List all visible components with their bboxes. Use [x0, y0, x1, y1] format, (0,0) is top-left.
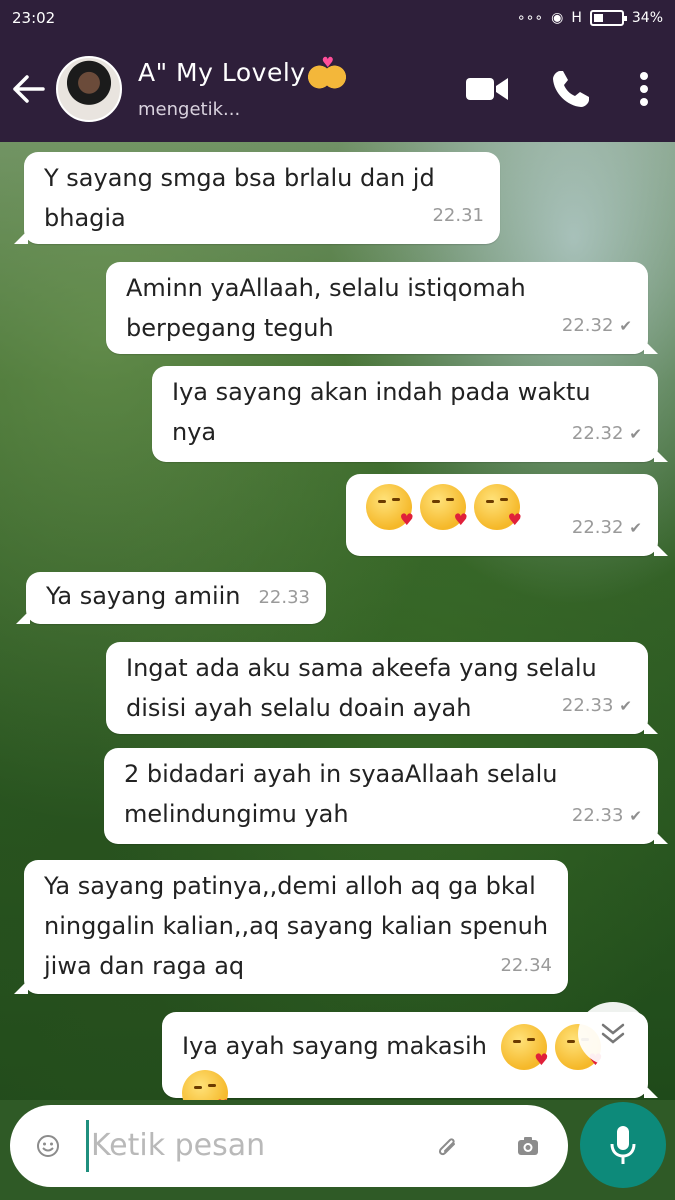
message-time: 22.33 — [258, 587, 310, 608]
message-time: 22.34 — [500, 955, 552, 976]
emoji-button[interactable] — [10, 1134, 86, 1158]
status-icons: ∘∘∘ ◉ H 34% — [517, 10, 663, 26]
camera-button[interactable] — [488, 1135, 568, 1157]
read-tick-icon: ✔ — [629, 807, 642, 825]
message-text: ninggalin kalian,,aq sayang kalian spenu… — [44, 912, 549, 940]
kissing-heart-emoji — [500, 1024, 549, 1070]
kissing-heart-emoji — [182, 1070, 230, 1100]
kissing-heart-emoji — [474, 484, 522, 530]
battery-fill — [593, 14, 603, 22]
video-call-button[interactable] — [445, 36, 529, 142]
phone-icon — [553, 71, 589, 107]
back-button[interactable] — [0, 36, 56, 142]
message-time: 22.32 — [571, 517, 624, 538]
voice-call-button[interactable] — [529, 36, 613, 142]
message-text: Ya sayang patinya,,demi alloh aq ga bkal — [44, 872, 536, 900]
camera-icon — [518, 1137, 538, 1155]
message-time: 22.33 — [561, 695, 614, 716]
message-input[interactable]: Ketik pesan — [86, 1120, 406, 1172]
message-bubble[interactable]: 2 bidadari ayah in syaaAllaah selalu mel… — [104, 748, 668, 844]
read-tick-icon: ✔ — [619, 697, 632, 715]
voice-record-button[interactable] — [580, 1102, 666, 1188]
typing-status: mengetik... — [138, 99, 241, 120]
message-time: 22.33 — [571, 805, 624, 826]
paperclip-icon — [438, 1138, 455, 1156]
message-time: 22.31 — [432, 205, 484, 226]
message-bubble[interactable]: Ya sayang amiin 22.33 — [16, 572, 326, 624]
message-time: 22.32 — [571, 423, 624, 444]
kissing-heart-emoji — [366, 484, 414, 530]
message-bubble[interactable]: 22.32 ✔ — [346, 474, 668, 556]
couple-emoji-icon: ♥ — [307, 55, 346, 89]
chat-header: A" My Lovely ♥ mengetik... — [0, 36, 675, 142]
message-bubble[interactable]: Ya sayang patinya,,demi alloh aq ga bkal… — [14, 860, 568, 994]
chat-area[interactable]: Y sayang smga bsa brlalu dan jd bhagia 2… — [0, 142, 675, 1100]
double-chevron-down-icon — [601, 1023, 625, 1044]
battery-icon — [589, 10, 627, 26]
attach-button[interactable] — [406, 1134, 488, 1158]
more-icon — [640, 72, 648, 106]
kissing-heart-emoji — [420, 484, 468, 530]
back-arrow-icon — [13, 75, 45, 103]
status-bar: 23:02 ∘∘∘ ◉ H 34% — [0, 0, 675, 36]
microphone-icon — [610, 1126, 636, 1164]
message-text: melindungimu yah — [124, 800, 349, 828]
network-type: H — [571, 10, 582, 26]
message-bubble[interactable]: Aminn yaAllaah, selalu istiqomah berpega… — [106, 262, 658, 354]
message-bubble[interactable]: Iya ayah sayang makasih — [162, 1012, 658, 1100]
message-bubble[interactable]: Ingat ada aku sama akeefa yang selalu di… — [106, 642, 658, 734]
status-time: 23:02 — [12, 9, 56, 27]
message-text: jiwa dan raga aq — [44, 952, 245, 980]
message-bubble[interactable]: Y sayang smga bsa brlalu dan jd bhagia 2… — [14, 152, 500, 244]
video-call-icon — [466, 78, 508, 100]
message-text: Ingat ada aku sama akeefa yang selalu — [126, 654, 597, 682]
signal-icon: ◉ — [551, 10, 564, 26]
read-tick-icon: ✔ — [629, 425, 642, 443]
dots-icon: ∘∘∘ — [516, 10, 544, 26]
scroll-down-button[interactable] — [578, 1002, 648, 1066]
message-bubble[interactable]: Iya sayang akan indah pada waktu nya 22.… — [152, 366, 668, 462]
message-text: Iya sayang akan indah pada waktu nya — [172, 378, 591, 446]
message-text: 2 bidadari ayah in syaaAllaah selalu — [124, 760, 558, 788]
more-button[interactable] — [613, 36, 675, 142]
message-text: Y sayang smga bsa brlalu dan jd bhagia — [44, 164, 435, 232]
contact-info[interactable]: A" My Lovely ♥ mengetik... — [138, 55, 445, 120]
read-tick-icon: ✔ — [619, 317, 632, 335]
message-text: Aminn yaAllaah, selalu istiqomah — [126, 274, 526, 302]
battery-text: 34% — [631, 10, 663, 26]
message-text: disisi ayah selalu doain ayah — [126, 694, 472, 722]
message-row: Iya ayah sayang makasih — [182, 1024, 630, 1100]
read-tick-icon: ✔ — [629, 519, 642, 537]
message-input-bar: Ketik pesan — [10, 1105, 568, 1187]
emoji-icon — [37, 1135, 59, 1157]
message-text: Iya ayah sayang makasih — [182, 1032, 487, 1060]
contact-name: A" My Lovely — [138, 58, 306, 87]
message-time: 22.32 — [561, 315, 614, 336]
avatar[interactable] — [56, 56, 122, 122]
message-text: berpegang teguh — [126, 314, 334, 342]
